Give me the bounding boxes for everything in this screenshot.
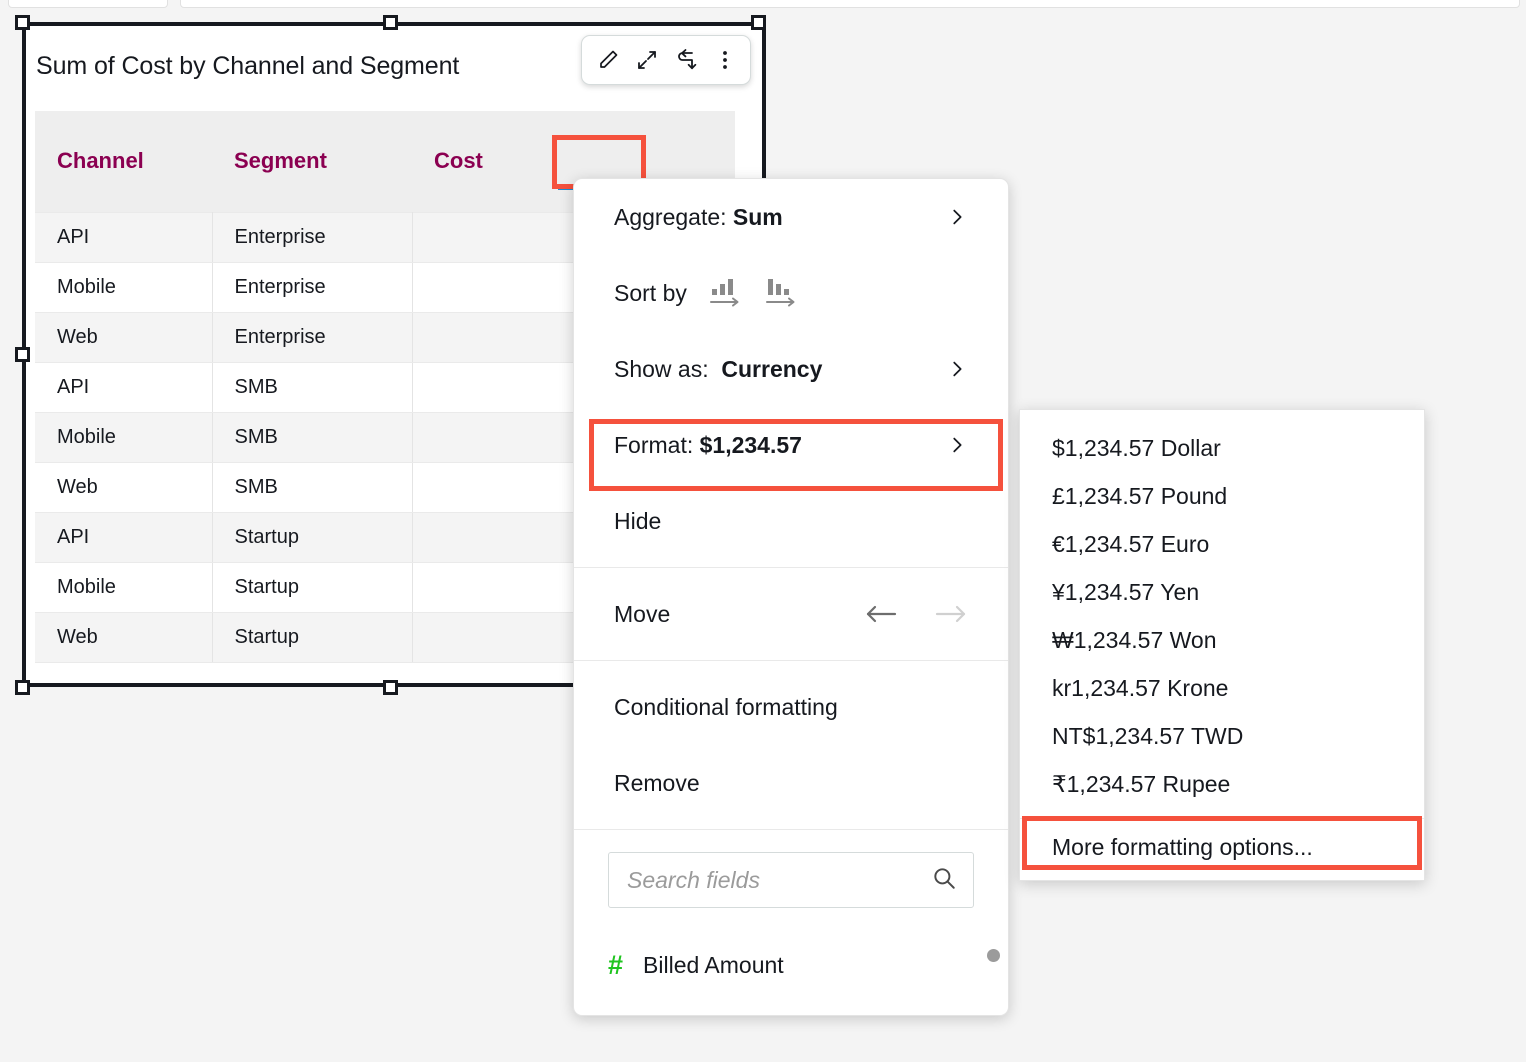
background-panel-right — [180, 0, 1520, 8]
pencil-icon[interactable] — [591, 43, 625, 77]
submenu-item-euro[interactable]: €1,234.57 Euro — [1020, 520, 1424, 568]
cell-segment: Startup — [212, 612, 412, 662]
menu-item-move: Move — [574, 576, 1008, 652]
menu-item-sort-by: Sort by — [574, 255, 1008, 331]
cell-segment: Startup — [212, 562, 412, 612]
cell-channel: Web — [35, 612, 212, 662]
field-label: Billed Amount — [643, 952, 784, 979]
conditional-formatting-label: Conditional formatting — [614, 694, 838, 721]
field-context-menu: Aggregate: Sum Sort by — [573, 178, 1009, 1016]
move-right-icon[interactable] — [934, 601, 968, 627]
chevron-right-icon — [946, 358, 968, 380]
submenu-item-twd[interactable]: NT$1,234.57 TWD — [1020, 712, 1424, 760]
search-icon — [931, 865, 957, 896]
search-input[interactable] — [627, 867, 931, 894]
resize-handle-bottom-left[interactable] — [15, 680, 30, 695]
submenu-item-yen[interactable]: ¥1,234.57 Yen — [1020, 568, 1424, 616]
resize-handle-middle-left[interactable] — [15, 347, 30, 362]
search-box[interactable] — [608, 852, 974, 908]
format-label: Format: — [614, 432, 693, 459]
cell-segment: Enterprise — [212, 262, 412, 312]
expand-icon[interactable] — [630, 43, 664, 77]
submenu-item-more-formatting-options[interactable]: More formatting options... — [1020, 819, 1424, 875]
menu-divider — [574, 829, 1008, 830]
menu-divider — [574, 567, 1008, 568]
search-fields-container — [574, 838, 1008, 908]
cell-channel: Web — [35, 462, 212, 512]
cell-channel: Mobile — [35, 412, 212, 462]
cell-channel: Web — [35, 312, 212, 362]
remove-label: Remove — [614, 770, 700, 797]
more-vertical-icon[interactable] — [708, 43, 742, 77]
submenu-item-krone[interactable]: kr1,234.57 Krone — [1020, 664, 1424, 712]
cell-segment: Enterprise — [212, 312, 412, 362]
cell-segment: SMB — [212, 362, 412, 412]
canvas: Sum of Cost by Channel and Segment Chann… — [0, 0, 1526, 1062]
background-panel-left — [8, 0, 168, 8]
sort-by-label: Sort by — [614, 280, 687, 307]
menu-item-hide[interactable]: Hide — [574, 483, 1008, 559]
cell-channel: API — [35, 512, 212, 562]
cell-segment: Startup — [212, 512, 412, 562]
chevron-right-icon — [946, 206, 968, 228]
move-label: Move — [614, 601, 670, 628]
resize-handle-top-center[interactable] — [383, 15, 398, 30]
menu-item-format[interactable]: Format: $1,234.57 — [574, 407, 1008, 483]
format-currency-submenu: $1,234.57 Dollar £1,234.57 Pound €1,234.… — [1019, 409, 1425, 881]
submenu-item-won[interactable]: ₩1,234.57 Won — [1020, 616, 1424, 664]
menu-item-conditional-formatting[interactable]: Conditional formatting — [574, 669, 1008, 745]
column-header-channel[interactable]: Channel — [35, 111, 212, 212]
resize-handle-bottom-center[interactable] — [383, 680, 398, 695]
field-list-item-billed-amount[interactable]: # Billed Amount — [574, 926, 1008, 1004]
menu-item-remove[interactable]: Remove — [574, 745, 1008, 821]
menu-divider — [574, 660, 1008, 661]
aggregate-value: Sum — [733, 204, 783, 231]
cell-channel: Mobile — [35, 262, 212, 312]
submenu-item-pound[interactable]: £1,234.57 Pound — [1020, 472, 1424, 520]
scrollbar-thumb[interactable] — [987, 949, 1000, 962]
move-left-icon[interactable] — [864, 601, 898, 627]
menu-item-aggregate[interactable]: Aggregate: Sum — [574, 179, 1008, 255]
cell-segment: Enterprise — [212, 212, 412, 262]
cell-segment: SMB — [212, 412, 412, 462]
submenu-item-rupee[interactable]: ₹1,234.57 Rupee — [1020, 760, 1424, 808]
column-header-segment[interactable]: Segment — [212, 111, 412, 212]
resize-handle-top-right[interactable] — [751, 15, 766, 30]
swap-arrows-icon[interactable] — [669, 43, 703, 77]
resize-handle-top-left[interactable] — [15, 15, 30, 30]
chevron-right-icon — [946, 434, 968, 456]
visual-toolbar — [581, 35, 751, 85]
sort-descending-icon[interactable] — [765, 278, 799, 308]
hide-label: Hide — [614, 508, 661, 535]
aggregate-label: Aggregate: — [614, 204, 727, 231]
cell-channel: API — [35, 362, 212, 412]
format-value: $1,234.57 — [700, 432, 802, 459]
sort-ascending-icon[interactable] — [709, 278, 743, 308]
number-field-icon: # — [608, 950, 623, 981]
cell-segment: SMB — [212, 462, 412, 512]
cell-channel: Mobile — [35, 562, 212, 612]
cell-channel: API — [35, 212, 212, 262]
visual-title: Sum of Cost by Channel and Segment — [36, 52, 459, 81]
submenu-item-dollar[interactable]: $1,234.57 Dollar — [1020, 424, 1424, 472]
menu-item-show-as[interactable]: Show as: Currency — [574, 331, 1008, 407]
show-as-label: Show as: — [614, 356, 709, 383]
show-as-value: Currency — [721, 356, 822, 383]
